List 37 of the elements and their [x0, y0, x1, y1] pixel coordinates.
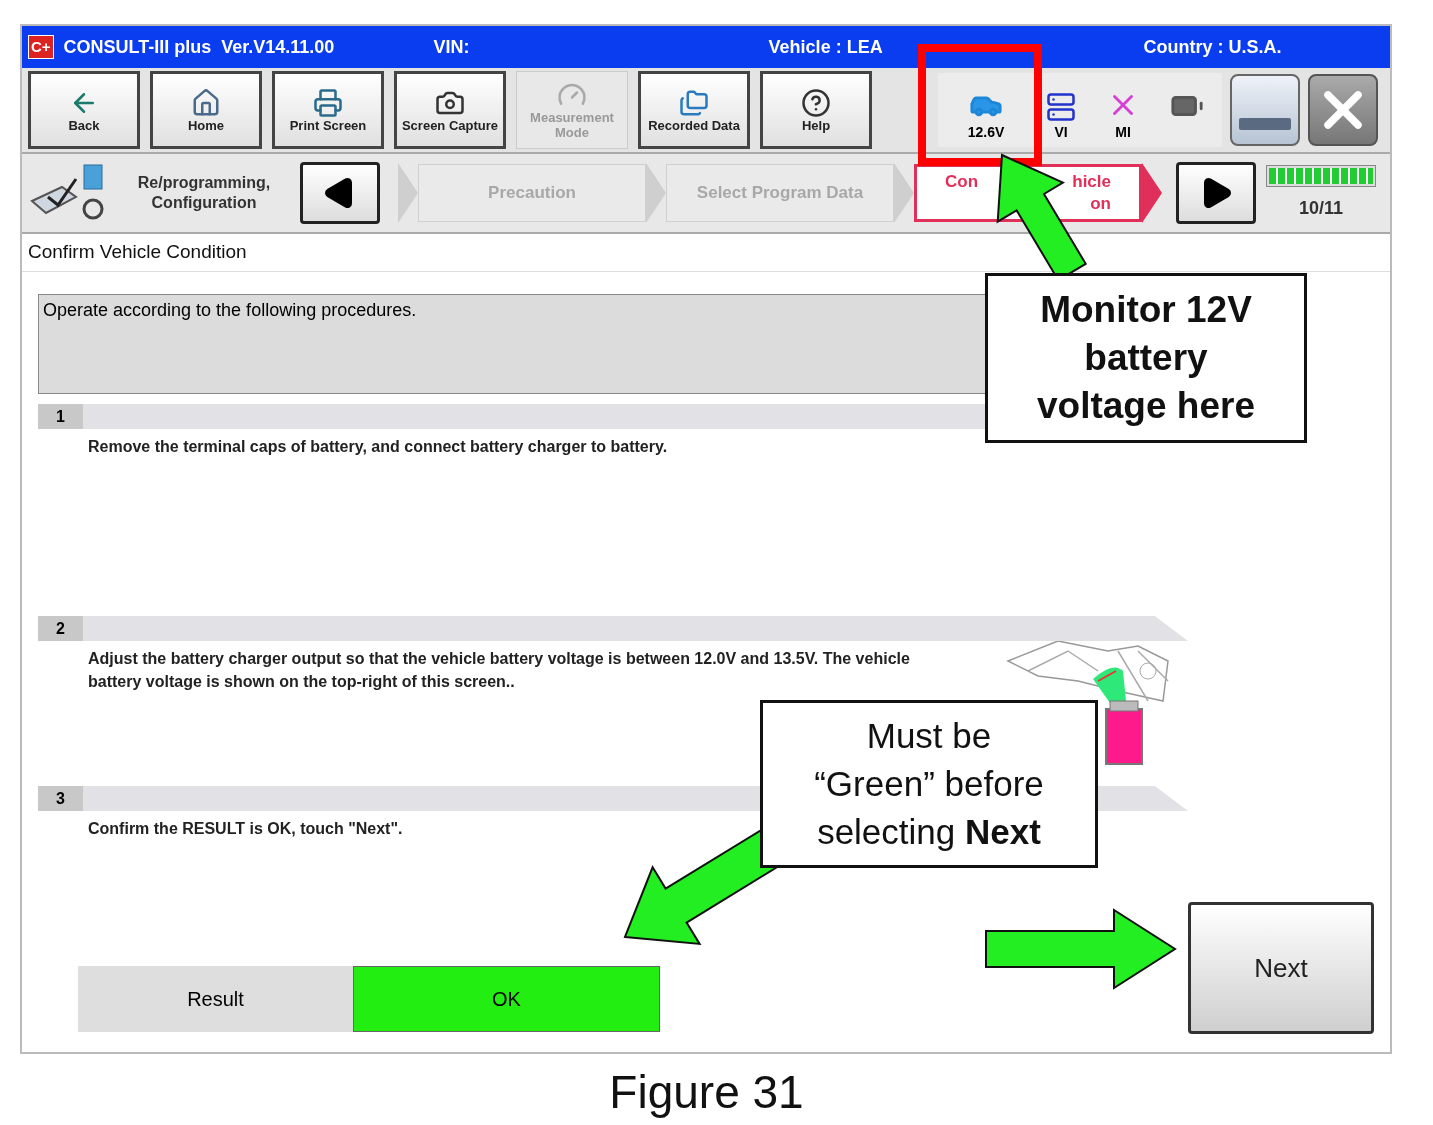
vin-label: VIN: [433, 35, 471, 59]
next-step-button[interactable] [1176, 162, 1256, 224]
window-title: CONSULT-III plus Ver.V14.11.00 [63, 35, 336, 59]
country-label: Country : U.S.A. [1143, 35, 1282, 59]
result-value: OK [353, 966, 660, 1032]
help-icon [801, 87, 831, 118]
vehicle-label: Vehicle : LEA [768, 35, 884, 59]
result-label: Result [78, 966, 353, 1032]
step-number: 3 [38, 786, 83, 811]
mi-label: MI [1115, 123, 1131, 142]
printer-icon [313, 87, 343, 118]
minimize-button[interactable] [1230, 74, 1300, 146]
step-text: Remove the terminal caps of battery, and connect battery charger to battery. [88, 437, 668, 457]
home-icon [191, 87, 221, 118]
vi-label: VI [1054, 123, 1068, 142]
close-button[interactable] [1308, 74, 1378, 146]
step-number: 2 [38, 616, 83, 641]
section-label: Re/programming, Configuration [136, 173, 272, 213]
step-text: Adjust the battery charger output so that the vehicle battery voltage is between 12.0V and 13.5V. The vehicle battery voltage is shown on the top-right of this screen.. [88, 649, 911, 692]
toolbar-button[interactable]: Home [150, 71, 262, 149]
step-number: 1 [38, 404, 83, 429]
step-text: Confirm the RESULT is OK, touch "Next". [88, 819, 403, 839]
callout-text: Must be “Green” before selecting Next [813, 715, 1045, 853]
interface-icon [1045, 92, 1077, 122]
toolbar-button[interactable]: Screen Capture [394, 71, 506, 149]
toolbar-button[interactable]: Recorded Data [638, 71, 750, 149]
toolbar-button[interactable]: Help [760, 71, 872, 149]
minimize-icon [1239, 118, 1291, 130]
figure-caption: Figure 31 [608, 1065, 805, 1120]
toolbar-button[interactable]: Back [28, 71, 140, 149]
progress-count: 10/11 [1298, 196, 1344, 220]
app-logo: C+ [28, 35, 54, 59]
toolbar-button[interactable]: Print Screen [272, 71, 384, 149]
next-button[interactable]: Next [1188, 902, 1374, 1034]
page-title: Confirm Vehicle Condition [28, 240, 247, 265]
previous-button[interactable] [300, 162, 380, 224]
voltage-reading: 12.6V [967, 123, 1005, 142]
